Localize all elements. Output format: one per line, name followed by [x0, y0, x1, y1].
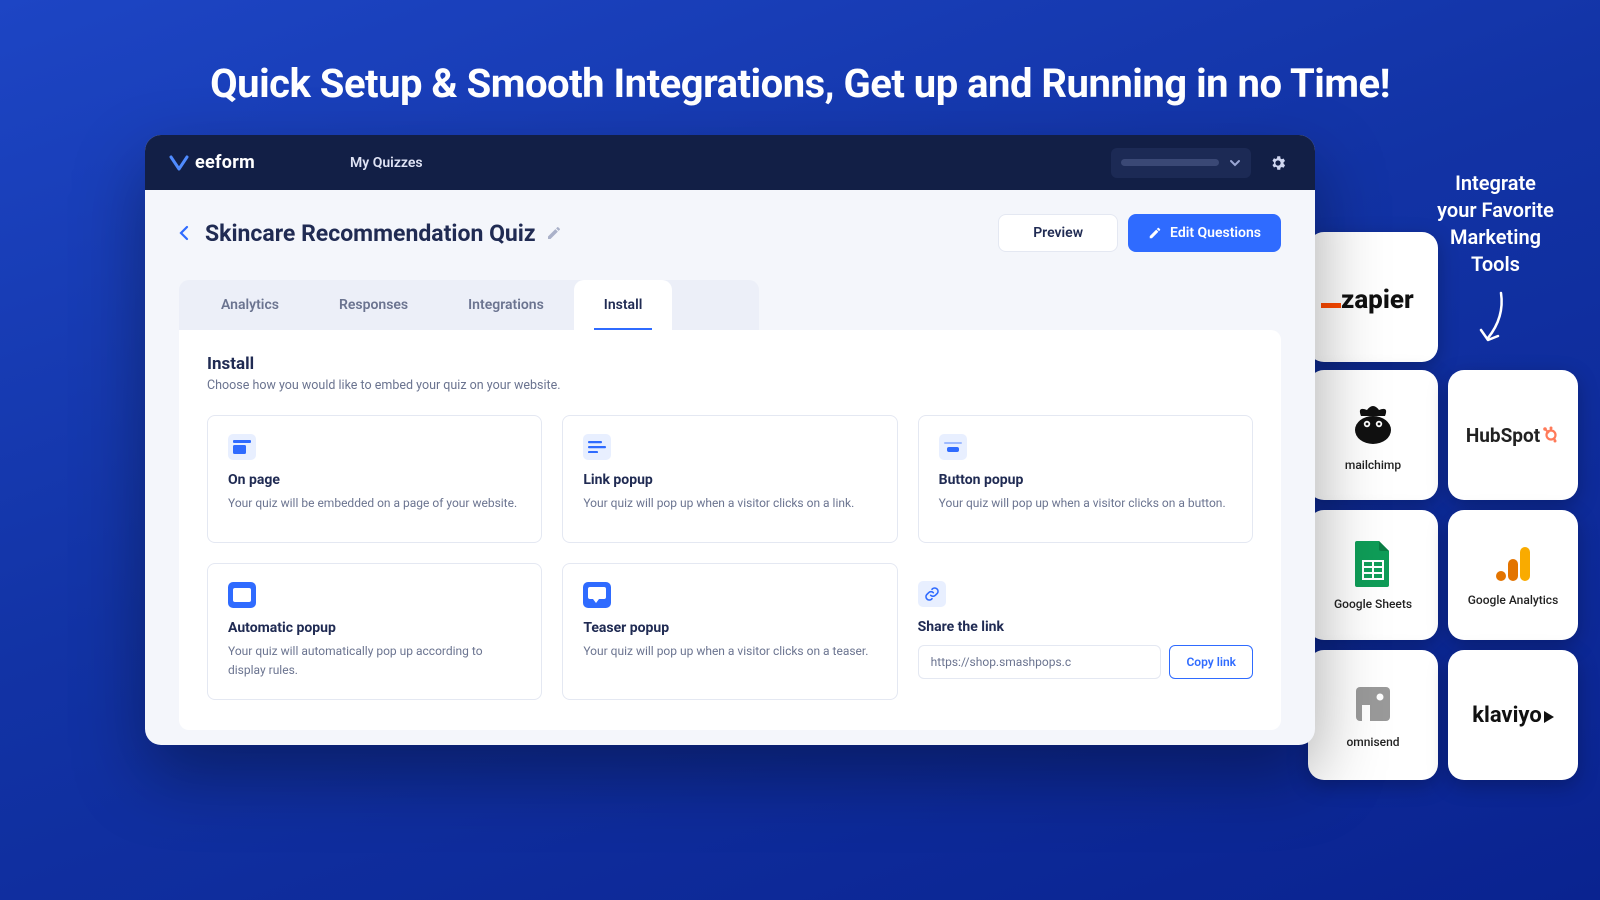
settings-button[interactable]: [1265, 150, 1291, 176]
tab-analytics[interactable]: Analytics: [191, 280, 309, 330]
title-row: Skincare Recommendation Quiz Preview Edi…: [179, 214, 1281, 252]
svg-text:zapier: zapier: [1341, 285, 1414, 315]
integration-tile-zapier: zapier: [1308, 232, 1438, 362]
link-icon: [918, 581, 946, 607]
preview-button[interactable]: Preview: [998, 214, 1118, 252]
rename-button[interactable]: [546, 225, 562, 241]
hero-headline: Quick Setup & Smooth Integrations, Get u…: [0, 60, 1600, 107]
share-url-input[interactable]: [918, 645, 1162, 679]
brand-logo[interactable]: eeform: [169, 152, 255, 173]
on-page-icon: [228, 434, 256, 460]
pencil-icon: [1148, 226, 1162, 240]
button-popup-icon: [939, 434, 967, 460]
hubspot-icon: [1542, 426, 1560, 444]
tab-install[interactable]: Install: [574, 280, 673, 330]
option-automatic-popup[interactable]: Automatic popup Your quiz will automatic…: [207, 563, 542, 700]
arrow-icon: [1476, 288, 1516, 348]
account-dropdown[interactable]: [1111, 148, 1251, 178]
app-header: eeform My Quizzes: [145, 135, 1315, 190]
option-teaser-popup[interactable]: Teaser popup Your quiz will pop up when …: [562, 563, 897, 700]
integration-tile-hubspot: HubSpot: [1448, 370, 1578, 500]
omnisend-icon: [1350, 681, 1396, 727]
tab-responses[interactable]: Responses: [309, 280, 438, 330]
install-section: Install Choose how you would like to emb…: [179, 330, 1281, 730]
option-link-popup[interactable]: Link popup Your quiz will pop up when a …: [562, 415, 897, 543]
integration-tile-omnisend: omnisend: [1308, 650, 1438, 780]
tabs: Analytics Responses Integrations Install: [179, 280, 759, 330]
gear-icon: [1269, 154, 1287, 172]
option-button-popup[interactable]: Button popup Your quiz will pop up when …: [918, 415, 1253, 543]
chevron-left-icon: [179, 225, 189, 241]
nav-my-quizzes[interactable]: My Quizzes: [350, 155, 423, 171]
install-options-grid: On page Your quiz will be embedded on a …: [207, 415, 1253, 700]
automatic-popup-icon: [228, 582, 256, 608]
copy-link-button[interactable]: Copy link: [1169, 645, 1253, 679]
pencil-icon: [546, 225, 562, 241]
edit-questions-button[interactable]: Edit Questions: [1128, 214, 1281, 252]
integration-tile-mailchimp: mailchimp: [1308, 370, 1438, 500]
app-window: eeform My Quizzes Skincare Recommendatio…: [145, 135, 1315, 745]
tab-integrations[interactable]: Integrations: [438, 280, 574, 330]
back-button[interactable]: [179, 225, 189, 241]
quiz-title: Skincare Recommendation Quiz: [205, 220, 536, 247]
mailchimp-icon: [1347, 398, 1399, 450]
integration-tile-ganalytics: Google Analytics: [1448, 510, 1578, 640]
integration-tile-grid: mailchimp HubSpot Google Sheets: [1308, 370, 1578, 780]
integration-tile-gsheets: Google Sheets: [1308, 510, 1438, 640]
section-heading: Install: [207, 354, 1253, 374]
chevron-down-icon: [1229, 157, 1241, 169]
section-subtitle: Choose how you would like to embed your …: [207, 378, 1253, 393]
option-on-page[interactable]: On page Your quiz will be embedded on a …: [207, 415, 542, 543]
gsheets-icon: [1353, 539, 1393, 589]
integration-tile-klaviyo: klaviyo: [1448, 650, 1578, 780]
teaser-popup-icon: [583, 582, 611, 608]
logo-icon: [169, 153, 189, 173]
link-popup-icon: [583, 434, 611, 460]
share-link-block: Share the link Copy link: [918, 563, 1253, 700]
ganalytics-icon: [1492, 543, 1534, 585]
